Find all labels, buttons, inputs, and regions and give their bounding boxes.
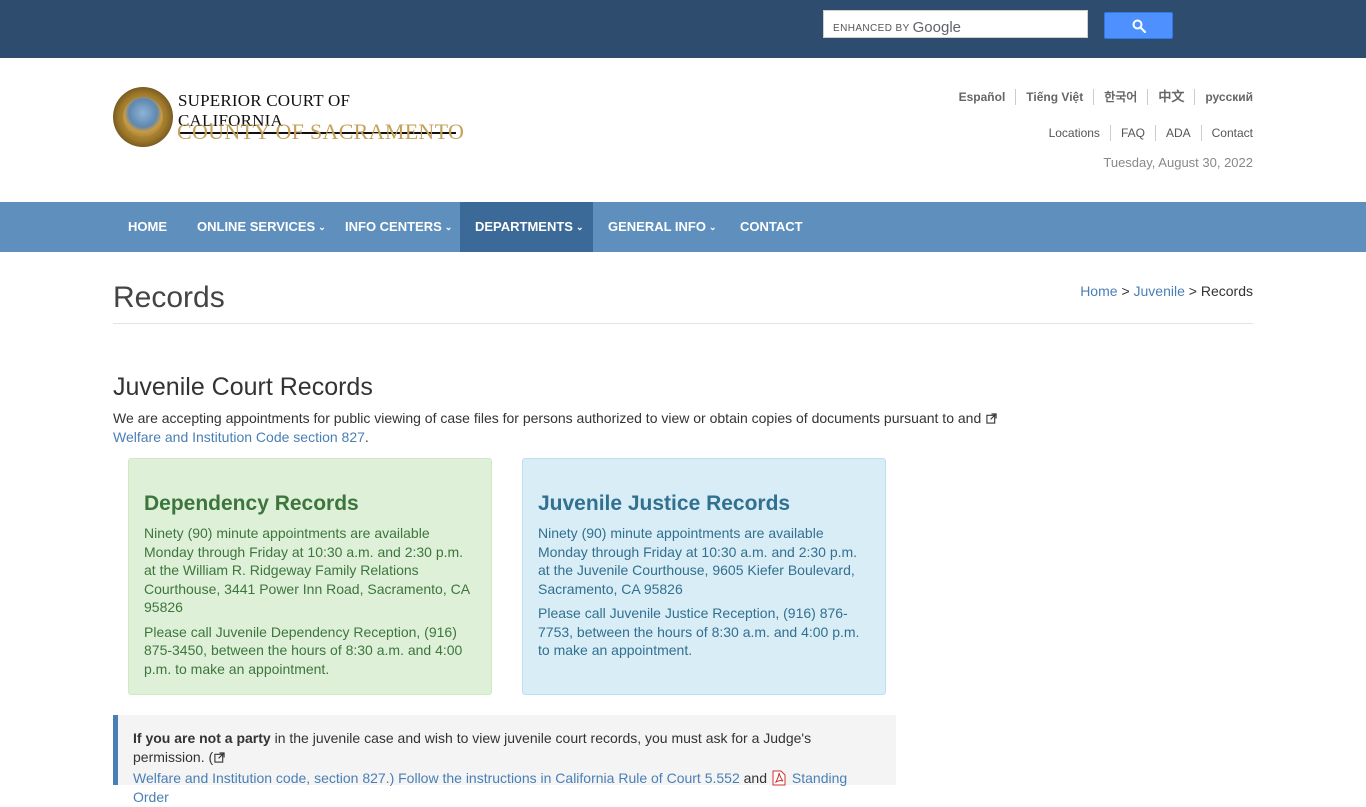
util-link-locations[interactable]: Locations <box>1039 125 1110 141</box>
dependency-records-hours: Ninety (90) minute appointments are avai… <box>144 525 470 615</box>
top-bar: ENHANCED BY Google <box>0 0 1366 58</box>
dependency-records-title: Dependency Records <box>144 492 359 515</box>
lang-link-chinese[interactable]: 中文 <box>1147 89 1194 105</box>
juvenile-justice-records-hours: Ninety (90) minute appointments are avai… <box>538 525 858 597</box>
util-link-contact[interactable]: Contact <box>1200 125 1253 141</box>
breadcrumb: Home > Juvenile > Records <box>1080 283 1253 299</box>
nav-item-general-info[interactable]: GENERAL INFO ⌄ <box>593 202 732 252</box>
chevron-down-icon: ⌄ <box>709 222 717 232</box>
search-icon <box>1132 19 1146 33</box>
util-link-faq[interactable]: FAQ <box>1109 125 1155 141</box>
current-date: Tuesday, August 30, 2022 <box>1103 155 1253 170</box>
search-box[interactable]: ENHANCED BY Google <box>823 10 1088 39</box>
chevron-down-icon: ⌄ <box>575 222 584 232</box>
lang-link-vietnamese[interactable]: Tiếng Việt <box>1015 89 1093 105</box>
dependency-records-card: Dependency Records Ninety (90) minute ap… <box>128 458 492 695</box>
section-title: Juvenile Court Records <box>113 373 373 401</box>
welfare-code-827-note-link[interactable]: Welfare and Institution code, section 82… <box>133 770 394 786</box>
pdf-icon <box>772 770 786 786</box>
external-link-icon <box>214 752 225 763</box>
lang-link-russian[interactable]: русский <box>1194 89 1253 105</box>
lang-link-spanish[interactable]: Español <box>949 89 1016 105</box>
nav-item-departments[interactable]: DEPARTMENTS ⌄ <box>460 202 593 252</box>
juvenile-justice-records-card: Juvenile Justice Records Ninety (90) min… <box>522 458 886 695</box>
rule-of-court-5552-link[interactable]: Follow the instructions in California Ru… <box>394 770 740 786</box>
non-party-notice: If you are not a party in the juvenile c… <box>113 715 896 805</box>
search-button[interactable] <box>1104 12 1173 39</box>
juvenile-justice-records-title: Juvenile Justice Records <box>538 492 791 515</box>
nav-item-online-services[interactable]: ONLINE SERVICES ⌄ <box>182 202 341 252</box>
breadcrumb-separator: > <box>1121 283 1130 299</box>
title-divider <box>113 323 1253 324</box>
notice-bold-lead: If you are not a party <box>133 730 271 746</box>
dependency-records-contact: Please call Juvenile Dependency Receptio… <box>144 623 463 677</box>
breadcrumb-current: Records <box>1200 283 1253 299</box>
chevron-down-icon: ⌄ <box>318 222 326 232</box>
main-nav: HOME ONLINE SERVICES ⌄ INFO CENTERS ⌄ DEPA… <box>0 202 1366 252</box>
chevron-down-icon: ⌄ <box>444 222 453 232</box>
breadcrumb-juvenile[interactable]: Juvenile <box>1134 283 1185 299</box>
intro-paragraph: We are accepting appointments for public… <box>113 409 1033 447</box>
breadcrumb-separator: > <box>1188 283 1197 299</box>
search-input[interactable] <box>832 11 1086 39</box>
nav-item-contact[interactable]: CONTACT <box>725 202 818 252</box>
nav-item-home[interactable]: HOME <box>113 202 182 252</box>
utility-links: Locations FAQ ADA Contact <box>1039 125 1253 141</box>
language-links: Español Tiếng Việt 한국어 中文 русский <box>949 89 1253 105</box>
court-name-line2[interactable]: COUNTY OF SACRAMENTO <box>177 119 464 145</box>
util-link-ada[interactable]: ADA <box>1154 125 1201 141</box>
lang-link-korean[interactable]: 한국어 <box>1093 89 1147 105</box>
breadcrumb-home[interactable]: Home <box>1080 283 1117 299</box>
court-seal-logo[interactable] <box>113 87 173 147</box>
nav-item-info-centers[interactable]: INFO CENTERS ⌄ <box>330 202 467 252</box>
welfare-code-827-link[interactable]: Welfare and Institution Code section 827 <box>113 429 365 445</box>
page-title: Records <box>113 281 225 314</box>
juvenile-justice-records-contact: Please call Juvenile Justice Reception, … <box>538 605 860 658</box>
external-link-icon <box>986 413 997 424</box>
